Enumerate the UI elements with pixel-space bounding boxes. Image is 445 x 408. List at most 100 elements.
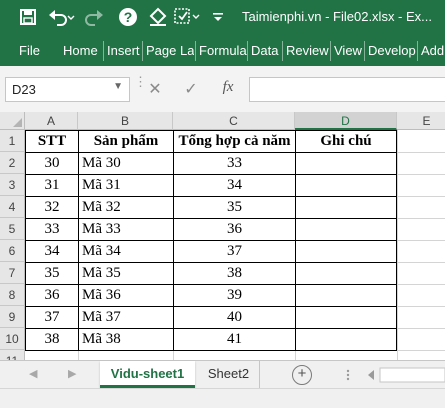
redo-icon[interactable] [82, 5, 106, 29]
table-cell[interactable]: Mã 33 [79, 219, 173, 240]
row-header-11[interactable]: 11 [0, 350, 25, 360]
tab-review[interactable]: Review [286, 35, 330, 66]
column-header-a[interactable]: A [25, 112, 78, 130]
table-cell[interactable]: 32 [26, 197, 78, 218]
row-header-10[interactable]: 10 [0, 328, 25, 350]
row-header-8[interactable]: 8 [0, 284, 25, 306]
help-icon[interactable]: ? [117, 5, 139, 29]
gridline [397, 152, 445, 153]
row-header-6[interactable]: 6 [0, 240, 25, 262]
table-cell[interactable]: Mã 32 [79, 197, 173, 218]
table-cell[interactable] [296, 263, 396, 284]
header-cell-annual-total[interactable]: Tổng hợp cả năm [174, 131, 295, 152]
enter-icon[interactable]: ✓ [181, 79, 201, 99]
table-cell[interactable]: Mã 38 [79, 329, 173, 350]
table-cell[interactable]: Mã 34 [79, 241, 173, 262]
table-cell[interactable]: Mã 30 [79, 153, 173, 174]
column-header-e[interactable]: E [397, 112, 445, 130]
table-cell[interactable]: 41 [174, 329, 295, 350]
name-box[interactable]: D23 ▼ [5, 77, 130, 102]
sheet-tab-vidu-sheet1[interactable]: Vidu-sheet1 [100, 361, 195, 388]
row-header-9[interactable]: 9 [0, 306, 25, 328]
table-cell[interactable]: 30 [26, 153, 78, 174]
scroll-left-icon[interactable]: ◀ [29, 367, 37, 380]
table-cell[interactable]: 35 [26, 263, 78, 284]
table-cell[interactable] [296, 241, 396, 262]
table-cell[interactable]: 36 [26, 285, 78, 306]
tab-page-layout[interactable]: Page Lay [146, 35, 194, 66]
table-cell[interactable]: Mã 37 [79, 307, 173, 328]
gridline [397, 196, 445, 197]
table-cell[interactable]: Mã 35 [79, 263, 173, 284]
gridline [397, 218, 445, 219]
table-cell[interactable] [296, 197, 396, 218]
horizontal-scrollbar[interactable] [344, 364, 445, 386]
table-cell[interactable] [296, 175, 396, 196]
table-cell[interactable]: 31 [26, 175, 78, 196]
ribbon-tabs: File Home Insert Page Lay Formula Data R… [0, 35, 445, 66]
chevron-down-icon[interactable]: ▼ [113, 81, 123, 92]
save-icon[interactable] [16, 5, 40, 29]
table-cell[interactable]: 37 [26, 307, 78, 328]
row-header-3[interactable]: 3 [0, 174, 25, 196]
row-header-1[interactable]: 1 [0, 130, 25, 152]
tab-insert[interactable]: Insert [107, 35, 143, 66]
table-cell[interactable]: 40 [174, 307, 295, 328]
tab-home[interactable]: Home [63, 35, 101, 66]
customize-icon[interactable] [210, 5, 226, 29]
table-cell[interactable]: Mã 36 [79, 285, 173, 306]
svg-text:?: ? [124, 9, 133, 25]
tab-data[interactable]: Data [251, 35, 281, 66]
gridline [78, 350, 79, 360]
header-cell-stt[interactable]: STT [26, 131, 78, 152]
table-cell[interactable]: Mã 31 [79, 175, 173, 196]
row-header-4[interactable]: 4 [0, 196, 25, 218]
table-cell[interactable]: 33 [174, 153, 295, 174]
gridline [397, 262, 445, 263]
cancel-icon[interactable]: ✕ [145, 79, 165, 99]
tab-formulas[interactable]: Formula [199, 35, 247, 66]
worksheet-grid[interactable]: A B C D E 1 2 3 4 5 6 7 8 9 10 11 STT Sả… [0, 112, 445, 360]
table-cell[interactable]: 35 [174, 197, 295, 218]
insert-function-button[interactable]: fx [217, 79, 239, 99]
table-cell[interactable]: 34 [174, 175, 295, 196]
row-header-5[interactable]: 5 [0, 218, 25, 240]
table-cell[interactable] [296, 285, 396, 306]
table-cell[interactable]: 36 [174, 219, 295, 240]
table-cell[interactable] [296, 307, 396, 328]
row-header-7[interactable]: 7 [0, 262, 25, 284]
tab-separator [330, 41, 331, 61]
formula-input[interactable] [249, 77, 445, 102]
tab-view[interactable]: View [334, 35, 362, 66]
tab-separator [142, 41, 143, 61]
table-cell[interactable] [296, 219, 396, 240]
scroll-right-icon[interactable]: ▶ [68, 367, 76, 380]
paint-bucket-icon[interactable] [146, 5, 170, 29]
sheet-tabs-bar: ◀ ▶ Vidu-sheet1 Sheet2 + [0, 360, 445, 388]
column-header-b[interactable]: B [78, 112, 173, 130]
header-cell-notes[interactable]: Ghi chú [296, 131, 396, 152]
table-cell[interactable]: 38 [26, 329, 78, 350]
table-cell[interactable] [296, 153, 396, 174]
tab-developer[interactable]: Develop [368, 35, 416, 66]
undo-icon[interactable] [46, 5, 76, 29]
column-header-d[interactable]: D [295, 112, 397, 130]
table-cell[interactable]: 37 [174, 241, 295, 262]
table-cell[interactable]: 34 [26, 241, 78, 262]
add-sheet-button[interactable]: + [292, 365, 312, 385]
table-cell[interactable]: 38 [174, 263, 295, 284]
table-cell[interactable]: 33 [26, 219, 78, 240]
tab-file[interactable]: File [19, 35, 47, 66]
select-all-button[interactable] [0, 112, 25, 130]
column-header-c[interactable]: C [173, 112, 295, 130]
table-cell[interactable] [296, 329, 396, 350]
tab-separator [195, 41, 196, 61]
header-cell-product[interactable]: Sản phẩm [79, 131, 173, 152]
format-icon[interactable] [172, 5, 202, 29]
tab-addins[interactable]: Add [421, 35, 445, 66]
row-header-2[interactable]: 2 [0, 152, 25, 174]
name-box-value: D23 [12, 82, 36, 97]
sheet-tab-sheet2[interactable]: Sheet2 [198, 361, 260, 388]
table-cell[interactable]: 39 [174, 285, 295, 306]
fx-label: fx [222, 79, 234, 95]
